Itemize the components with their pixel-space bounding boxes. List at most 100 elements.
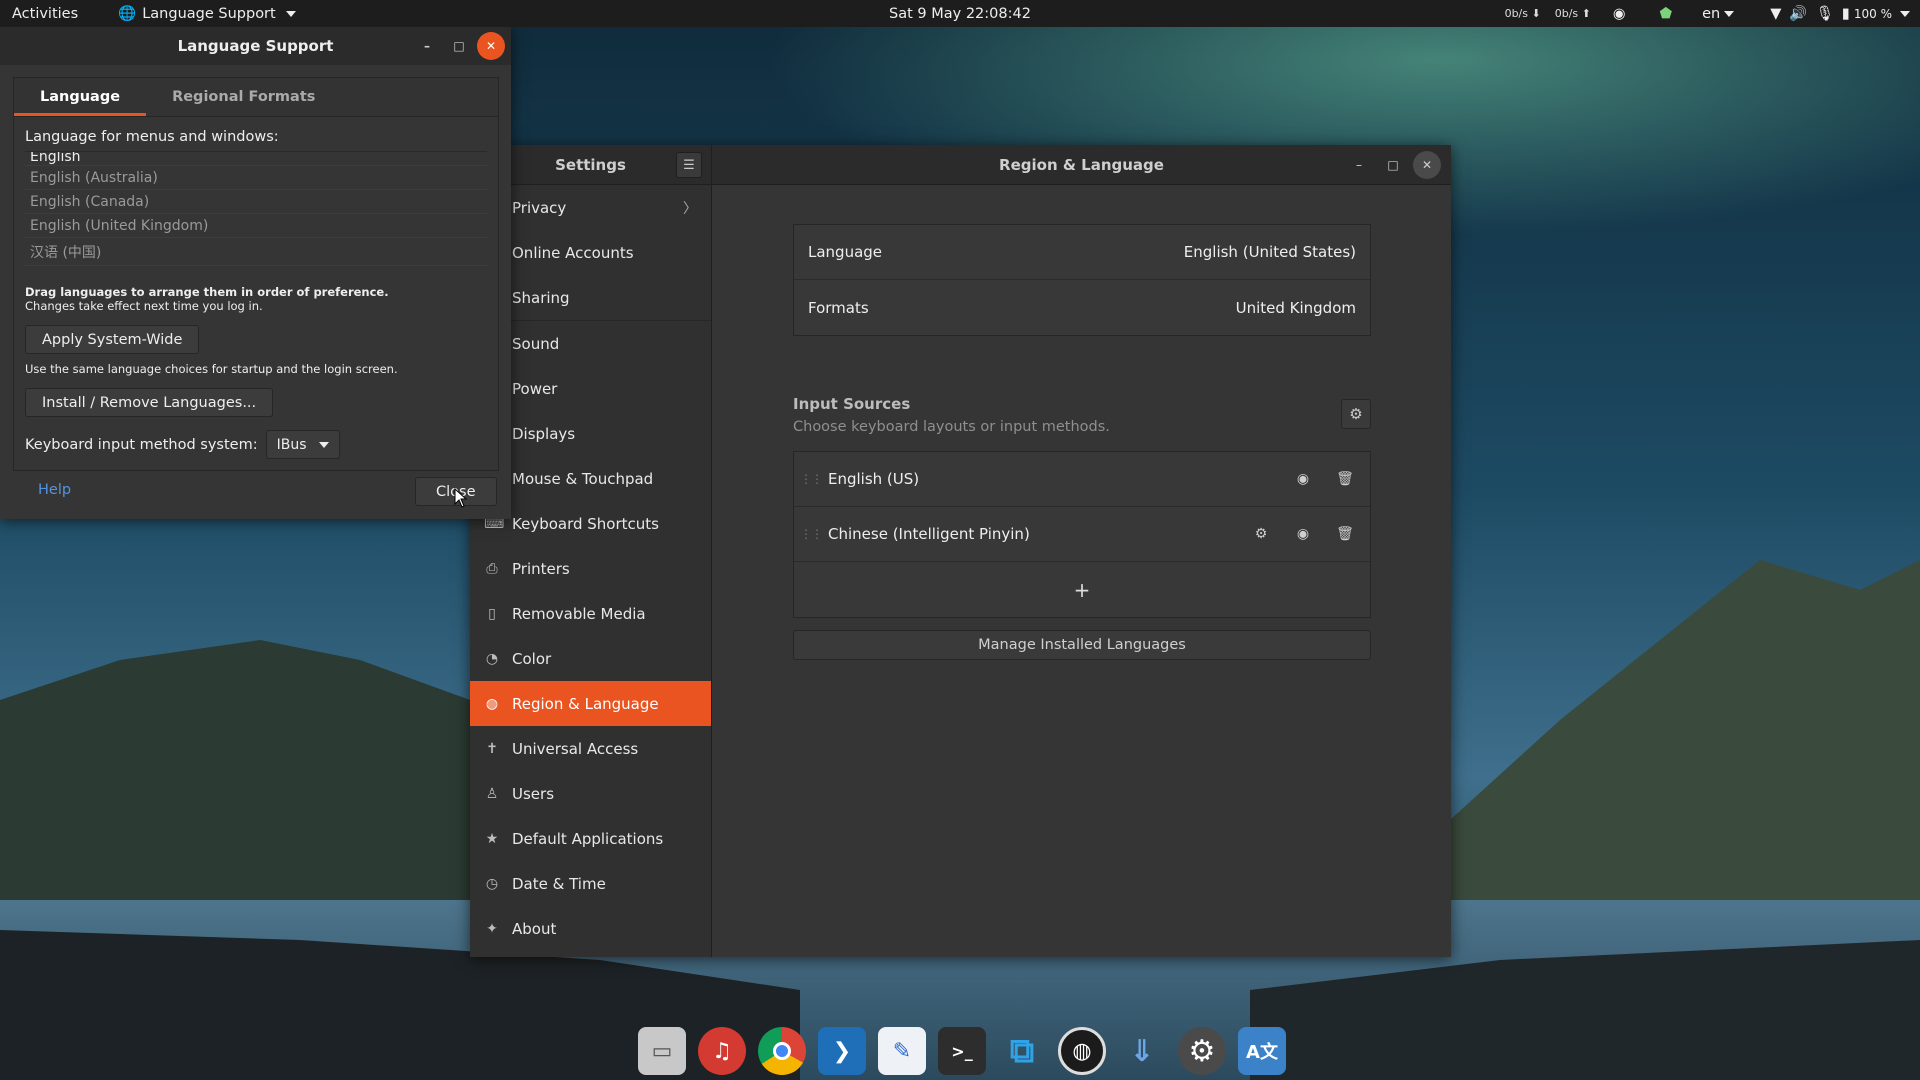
input-language-menu[interactable]: en bbox=[1702, 5, 1735, 22]
tab-language[interactable]: Language bbox=[14, 78, 147, 116]
list-item[interactable]: English (United Kingdom) bbox=[25, 214, 487, 238]
mouse-cursor-icon bbox=[454, 488, 468, 508]
tab-regional-formats[interactable]: Regional Formats bbox=[146, 78, 341, 116]
remove-source-button[interactable]: 🗑 bbox=[1328, 462, 1362, 496]
language-support-window: Language Support – □ ✕ Language Regional… bbox=[0, 27, 511, 519]
chrome-app-icon[interactable] bbox=[758, 1027, 806, 1075]
same-language-hint-text: Use the same language choices for startu… bbox=[25, 362, 398, 376]
panel-title: Region & Language bbox=[999, 156, 1164, 174]
sidebar-item-removable-media[interactable]: ▯ Removable Media bbox=[470, 591, 711, 636]
app-menu[interactable]: 🌐 Language Support bbox=[112, 0, 302, 27]
list-item[interactable]: English bbox=[25, 152, 487, 166]
list-item[interactable]: English (Australia) bbox=[25, 166, 487, 190]
language-support-notebook: Language Regional Formats Language for m… bbox=[13, 77, 499, 471]
preview-layout-button[interactable]: ◉ bbox=[1286, 517, 1320, 551]
chevron-down-icon bbox=[1900, 10, 1910, 17]
net-up-value: 0b/s bbox=[1554, 7, 1579, 20]
formats-row[interactable]: Formats United Kingdom bbox=[794, 280, 1370, 335]
gear-icon: ⚙ bbox=[1254, 526, 1268, 542]
drag-handle-icon[interactable]: ⋮⋮ bbox=[794, 527, 828, 541]
keyboard-input-method-row: Keyboard input method system: IBus bbox=[25, 430, 487, 459]
sidebar-item-label: Universal Access bbox=[512, 739, 639, 758]
close-button[interactable]: ✕ bbox=[477, 32, 505, 60]
language-row[interactable]: Language English (United States) bbox=[794, 225, 1370, 280]
sidebar-item-about[interactable]: ✦ About bbox=[470, 906, 711, 951]
maximize-button[interactable]: □ bbox=[445, 32, 473, 60]
sidebar-item-label: Displays bbox=[512, 424, 576, 443]
microphone-icon[interactable]: 🎙 bbox=[1815, 5, 1833, 22]
terminal-app-icon[interactable]: >_ bbox=[938, 1027, 986, 1075]
sidebar-item-color[interactable]: ◔ Color bbox=[470, 636, 711, 681]
keyboard-input-method-label: Keyboard input method system: bbox=[25, 436, 258, 453]
arrow-down-icon: ⬇ bbox=[1531, 7, 1541, 20]
menu-icon: ☰ bbox=[683, 157, 695, 173]
help-link[interactable]: Help bbox=[38, 482, 71, 498]
input-source-row[interactable]: ⋮⋮ English (US) ◉ 🗑 bbox=[794, 452, 1370, 507]
volume-icon[interactable]: 🔊 bbox=[1789, 5, 1807, 22]
app-menu-label: Language Support bbox=[142, 5, 276, 22]
globe-icon: 🌐 bbox=[118, 6, 137, 22]
sidebar-item-default-applications[interactable]: ★ Default Applications bbox=[470, 816, 711, 861]
text-editor-app-icon[interactable]: ✎ bbox=[878, 1027, 926, 1075]
apply-system-wide-button[interactable]: Apply System-Wide bbox=[25, 325, 200, 354]
obs-app-icon[interactable]: ◍ bbox=[1058, 1027, 1106, 1075]
minimize-icon: – bbox=[424, 39, 430, 53]
tray-app-icon[interactable]: ◉ bbox=[1613, 6, 1626, 22]
activities-button[interactable]: Activities bbox=[6, 0, 84, 27]
language-label: Language bbox=[808, 243, 883, 261]
accessibility-icon: ✝ bbox=[486, 740, 498, 757]
download-app-icon[interactable]: ⇓ bbox=[1118, 1027, 1166, 1075]
clock[interactable]: Sat 9 May 22:08:42 bbox=[883, 0, 1037, 27]
sidebar-item-region-language[interactable]: ◍ Region & Language bbox=[470, 681, 711, 726]
maximize-button[interactable]: □ bbox=[1379, 151, 1407, 179]
clock-icon: ◷ bbox=[485, 875, 499, 892]
vscode-app-icon[interactable]: ❯ bbox=[818, 1027, 866, 1075]
maximize-icon: □ bbox=[1387, 158, 1399, 172]
settings-app-icon[interactable]: ⚙ bbox=[1178, 1027, 1226, 1075]
drag-handle-icon[interactable]: ⋮⋮ bbox=[794, 472, 828, 486]
list-item[interactable]: English (Canada) bbox=[25, 190, 487, 214]
system-tray: 0b/s ⬇ 0b/s ⬆ ◉ ⬟ en ▼ 🔊 🎙 ▮ 100 % bbox=[1505, 0, 1910, 27]
minimize-icon: – bbox=[1356, 158, 1362, 172]
input-source-row[interactable]: ⋮⋮ Chinese (Intelligent Pinyin) ⚙ ◉ 🗑 bbox=[794, 507, 1370, 562]
virtual-machine-app-icon[interactable]: ⧉ bbox=[998, 1027, 1046, 1075]
chevron-down-icon bbox=[285, 10, 296, 17]
eye-icon: ◉ bbox=[1296, 471, 1310, 487]
sidebar-item-date-time[interactable]: ◷ Date & Time bbox=[470, 861, 711, 906]
shield-icon[interactable]: ⬟ bbox=[1660, 6, 1673, 22]
preview-layout-button[interactable]: ◉ bbox=[1286, 462, 1320, 496]
user-icon: ♙ bbox=[485, 785, 499, 802]
list-item[interactable]: 汉语 (中国) bbox=[25, 238, 487, 266]
close-button[interactable]: ✕ bbox=[1413, 151, 1441, 179]
source-settings-button[interactable]: ⚙ bbox=[1244, 517, 1278, 551]
trash-icon: 🗑 bbox=[1336, 471, 1354, 487]
usb-icon: ▯ bbox=[488, 605, 496, 622]
minimize-button[interactable]: – bbox=[413, 32, 441, 60]
minimize-button[interactable]: – bbox=[1345, 151, 1373, 179]
install-remove-languages-button[interactable]: Install / Remove Languages... bbox=[25, 388, 274, 417]
netease-music-app-icon[interactable]: ♫ bbox=[698, 1027, 746, 1075]
add-input-source-button[interactable]: + bbox=[794, 562, 1370, 617]
language-support-app-icon[interactable]: A文 bbox=[1238, 1027, 1286, 1075]
settings-window: Settings ☰ Region & Language – □ ✕ Priva… bbox=[470, 145, 1451, 957]
input-sources-options-button[interactable]: ⚙ bbox=[1341, 399, 1371, 429]
manage-installed-languages-button[interactable]: Manage Installed Languages bbox=[793, 630, 1371, 660]
input-language-label: en bbox=[1702, 5, 1721, 22]
network-monitor[interactable]: 0b/s ⬇ 0b/s ⬆ bbox=[1505, 7, 1591, 20]
hamburger-menu-button[interactable]: ☰ bbox=[676, 152, 702, 178]
language-list[interactable]: English English (Australia) English (Can… bbox=[25, 151, 487, 277]
drag-hint-text: Drag languages to arrange them in order … bbox=[25, 285, 389, 299]
sidebar-item-universal-access[interactable]: ✝ Universal Access bbox=[470, 726, 711, 771]
sidebar-item-users[interactable]: ♙ Users bbox=[470, 771, 711, 816]
files-app-icon[interactable]: ▭ bbox=[638, 1027, 686, 1075]
sidebar-item-printers[interactable]: ⎙ Printers bbox=[470, 546, 711, 591]
sidebar-item-label: Printers bbox=[512, 559, 570, 578]
input-sources-header: Input Sources Choose keyboard layouts or… bbox=[793, 395, 1371, 445]
remove-source-button[interactable]: 🗑 bbox=[1328, 517, 1362, 551]
input-method-select[interactable]: IBus bbox=[265, 430, 340, 459]
battery-icon: ▮ bbox=[1841, 5, 1850, 22]
sidebar-item-label: Power bbox=[512, 379, 558, 398]
globe-icon: ◍ bbox=[485, 695, 499, 712]
battery-indicator[interactable]: ▮ 100 % bbox=[1842, 6, 1910, 22]
wifi-icon[interactable]: ▼ bbox=[1770, 6, 1781, 22]
